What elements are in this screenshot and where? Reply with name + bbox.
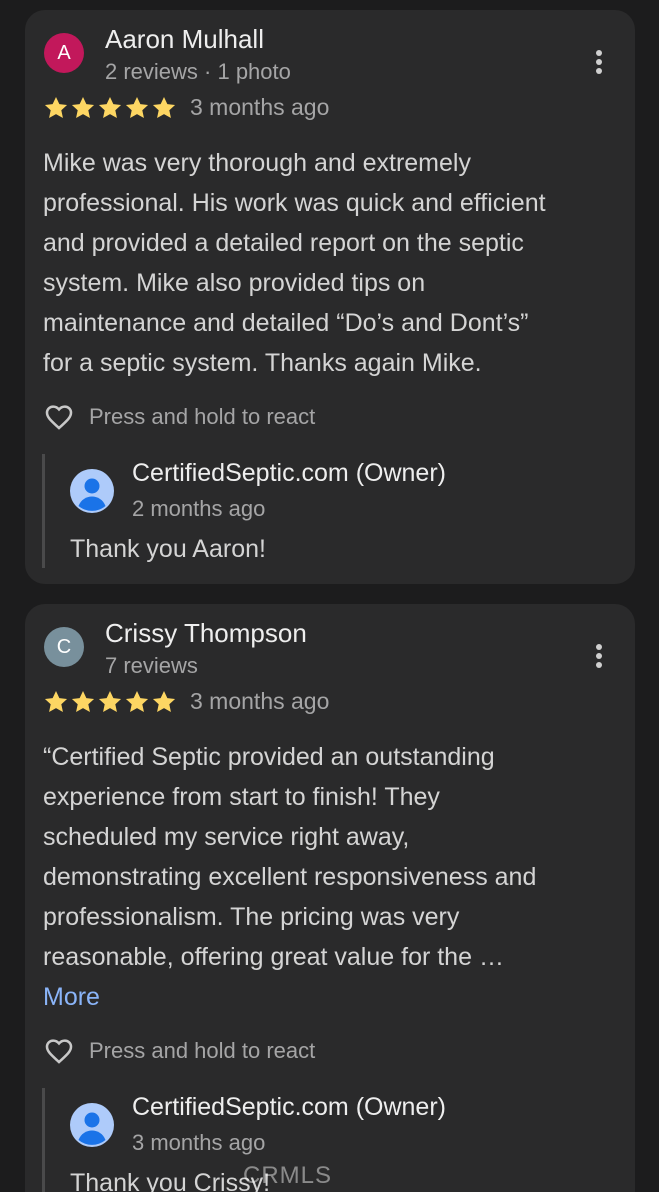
reviewer-meta: 2 reviews · 1 photo <box>105 59 291 84</box>
react-button[interactable]: Press and hold to react <box>43 1035 315 1067</box>
star-icon <box>43 95 69 121</box>
review-text-line: for a septic system. Thanks again Mike. <box>43 349 482 377</box>
review-text-line: professional. His work was quick and eff… <box>43 189 546 217</box>
review-card: A Aaron Mulhall 2 reviews · 1 photo 3 mo… <box>25 10 635 584</box>
reviewer-name[interactable]: Crissy Thompson <box>105 618 307 649</box>
owner-name: CertifiedSeptic.com (Owner) <box>132 459 446 487</box>
more-vert-icon[interactable] <box>591 48 607 76</box>
reply-text: Thank you Aaron! <box>70 535 266 563</box>
reviewer-avatar[interactable]: A <box>44 33 84 73</box>
star-rating <box>43 689 178 715</box>
review-text-line: Mike was very thorough and extremely <box>43 149 471 177</box>
react-label: Press and hold to react <box>89 1038 316 1063</box>
star-icon <box>43 689 69 715</box>
review-text-line: and provided a detailed report on the se… <box>43 229 524 257</box>
star-icon <box>124 95 150 121</box>
star-icon <box>97 95 123 121</box>
review-text-line: scheduled my service right away, <box>43 823 410 851</box>
reviewer-name[interactable]: Aaron Mulhall <box>105 24 264 55</box>
review-text-line: demonstrating excellent responsiveness a… <box>43 863 537 891</box>
owner-name: CertifiedSeptic.com (Owner) <box>132 1093 446 1121</box>
star-icon <box>124 689 150 715</box>
review-text-line: professionalism. The pricing was very <box>43 903 460 931</box>
reviewer-avatar[interactable]: C <box>44 627 84 667</box>
review-text-line: maintenance and detailed “Do’s and Dont’… <box>43 309 529 337</box>
reply-text: Thank you Crissy! <box>70 1169 271 1192</box>
rating-row: 3 months ago <box>43 94 329 121</box>
review-text-line: system. Mike also provided tips on <box>43 269 426 297</box>
star-icon <box>70 95 96 121</box>
heart-outline-icon <box>43 401 75 433</box>
review-text: Mike was very thorough and extremely pro… <box>43 143 623 383</box>
person-avatar-icon[interactable] <box>70 1103 114 1147</box>
review-text-line: experience from start to finish! They <box>43 783 440 811</box>
star-icon <box>151 95 177 121</box>
review-time: 3 months ago <box>190 688 330 714</box>
more-vert-icon[interactable] <box>591 642 607 670</box>
review-card: C Crissy Thompson 7 reviews 3 months ago… <box>25 604 635 1192</box>
star-icon <box>70 689 96 715</box>
watermark: CRMLS <box>243 1162 333 1189</box>
review-text-line: reasonable, offering great value for the… <box>43 943 504 971</box>
owner-reply: CertifiedSeptic.com (Owner) 2 months ago… <box>42 454 602 568</box>
person-avatar-icon[interactable] <box>70 469 114 513</box>
heart-outline-icon <box>43 1035 75 1067</box>
react-button[interactable]: Press and hold to react <box>43 401 315 433</box>
review-text-line: “Certified Septic provided an outstandin… <box>43 743 495 771</box>
reply-time: 2 months ago <box>132 496 266 521</box>
review-time: 3 months ago <box>190 94 330 120</box>
more-link[interactable]: More <box>43 977 623 1017</box>
reply-time: 3 months ago <box>132 1130 266 1155</box>
reviews-feed: A Aaron Mulhall 2 reviews · 1 photo 3 mo… <box>0 0 659 1192</box>
react-label: Press and hold to react <box>89 404 316 429</box>
rating-row: 3 months ago <box>43 688 329 715</box>
star-icon <box>97 689 123 715</box>
star-rating <box>43 95 178 121</box>
review-text: “Certified Septic provided an outstandin… <box>43 737 623 1017</box>
star-icon <box>151 689 177 715</box>
reviewer-meta: 7 reviews <box>105 653 198 678</box>
